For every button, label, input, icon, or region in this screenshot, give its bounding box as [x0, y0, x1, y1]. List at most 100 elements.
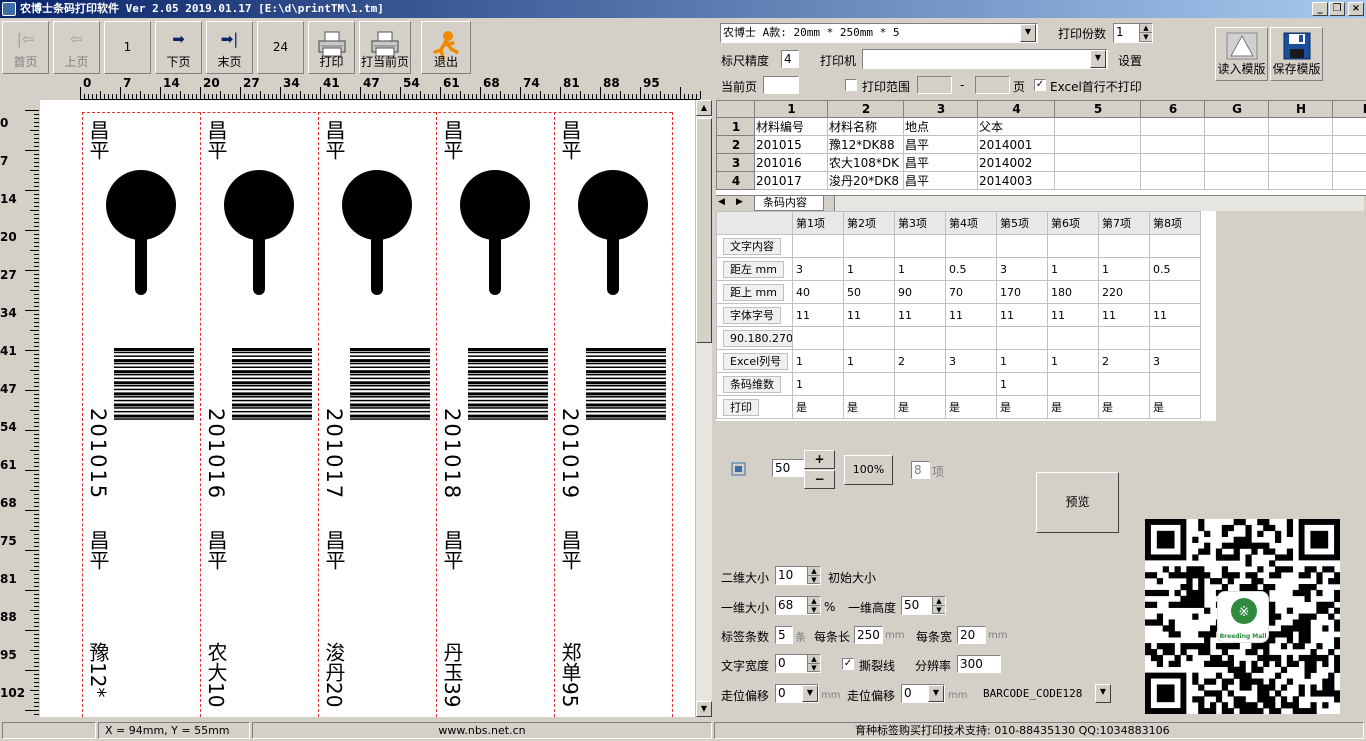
grid-cell[interactable]: [1098, 326, 1150, 350]
grid-cell[interactable]: [843, 234, 895, 258]
barcode-type-dropdown[interactable]: ▼: [1095, 684, 1111, 703]
label-count-input[interactable]: 5: [775, 626, 793, 644]
grid-cell[interactable]: 1: [1047, 257, 1099, 281]
label-strip[interactable]: 昌平 201015 昌平 豫12*: [82, 112, 200, 717]
sheet-cell[interactable]: 地点: [903, 117, 978, 136]
chevron-down-icon[interactable]: ▼: [928, 685, 944, 702]
grid-cell[interactable]: 是: [1149, 395, 1201, 419]
sheet-col-header[interactable]: 3: [903, 100, 978, 118]
grid-cell[interactable]: 1: [996, 372, 1048, 396]
grid-cell[interactable]: 220: [1098, 280, 1150, 304]
sheet-col-header[interactable]: G: [1204, 100, 1269, 118]
chevron-down-icon[interactable]: ▼: [1090, 50, 1106, 68]
grid-cell[interactable]: 70: [945, 280, 997, 304]
grid-cell[interactable]: [996, 234, 1048, 258]
label-strip[interactable]: 昌平 201019 昌平 郑单95: [554, 112, 672, 717]
dpi-input[interactable]: 300: [957, 655, 1001, 673]
sheet-col-header[interactable]: 2: [827, 100, 904, 118]
text-width-spinner[interactable]: ▲ ▼: [807, 655, 820, 672]
sheet-cell[interactable]: 2014001: [977, 135, 1055, 154]
excel-sheet[interactable]: 123456GHI1材料编号材料名称地点父本2201015豫12*DK88昌平2…: [716, 100, 1366, 195]
grid-cell[interactable]: 11: [792, 303, 844, 327]
grid-cell[interactable]: 0.5: [1149, 257, 1201, 281]
grid-cell[interactable]: [894, 372, 946, 396]
prev-page-button[interactable]: ⇦ 上页: [53, 21, 100, 74]
label-strip[interactable]: 昌平 201016 昌平 农大10: [200, 112, 318, 717]
sheet-cell[interactable]: [1204, 171, 1269, 190]
sheet-cell[interactable]: [1140, 117, 1205, 136]
restore-button[interactable]: ❐: [1329, 2, 1345, 16]
label-length-input[interactable]: 250: [854, 626, 883, 644]
sheet-cell[interactable]: [1332, 171, 1366, 190]
sheet-col-header[interactable]: I: [1332, 100, 1366, 118]
sheet-cell[interactable]: 201016: [754, 153, 828, 172]
close-button[interactable]: ×: [1348, 2, 1364, 16]
scroll-up-arrow[interactable]: ▲: [696, 100, 712, 116]
label-type-select[interactable]: 农博士 A款: 20mm * 250mm * 5: [720, 23, 1038, 43]
grid-cell[interactable]: 1: [792, 372, 844, 396]
grid-cell[interactable]: 180: [1047, 280, 1099, 304]
sheet-cell[interactable]: 2014002: [977, 153, 1055, 172]
grid-cell[interactable]: [1047, 234, 1099, 258]
label-width-input[interactable]: 20: [957, 626, 986, 644]
grid-cell[interactable]: [894, 326, 946, 350]
sheet-row-header[interactable]: 2: [716, 135, 755, 154]
range-to-input[interactable]: [975, 76, 1010, 94]
grid-cell[interactable]: 1: [894, 257, 946, 281]
zoom-reset-button[interactable]: 100%: [844, 455, 893, 485]
range-from-input[interactable]: [917, 76, 952, 94]
current-page-input[interactable]: [763, 76, 799, 94]
grid-cell[interactable]: [1149, 280, 1201, 304]
sheet-cell[interactable]: 昌平: [903, 135, 978, 154]
tab-scroll-right-arrow[interactable]: ▶: [736, 197, 743, 207]
sheet-cell[interactable]: 201015: [754, 135, 828, 154]
sheet-hscroll[interactable]: [834, 196, 1364, 211]
items-count-input[interactable]: 8: [911, 461, 930, 479]
grid-cell[interactable]: [1047, 326, 1099, 350]
grid-cell[interactable]: [996, 326, 1048, 350]
grid-cell[interactable]: [792, 234, 844, 258]
grid-cell[interactable]: [843, 372, 895, 396]
zoom-icon[interactable]: [731, 462, 746, 476]
qr-size-spinner[interactable]: ▲ ▼: [807, 567, 820, 584]
grid-cell[interactable]: 170: [996, 280, 1048, 304]
print-button[interactable]: 打印: [308, 21, 355, 74]
sheet-cell[interactable]: [1140, 153, 1205, 172]
grid-cell[interactable]: [1149, 326, 1201, 350]
scroll-thumb[interactable]: [696, 118, 712, 343]
first-page-button[interactable]: |⇦ 首页: [2, 21, 49, 74]
grid-cell[interactable]: 3: [1149, 349, 1201, 373]
next-page-button[interactable]: ➡ 下页: [155, 21, 202, 74]
grid-cell[interactable]: 1: [1098, 257, 1150, 281]
grid-cell[interactable]: 是: [894, 395, 946, 419]
sheet-cell[interactable]: [1268, 135, 1333, 154]
label-preview-canvas[interactable]: 昌平 201015 昌平 豫12* 昌平 201016 昌平 农大10 昌平 201017 昌平 浚丹…: [40, 100, 695, 717]
sheet-cell[interactable]: [1332, 135, 1366, 154]
sheet-cell[interactable]: [1268, 171, 1333, 190]
zoom-input[interactable]: 50: [772, 459, 804, 477]
tear-line-checkbox[interactable]: ✓: [842, 658, 854, 670]
grid-cell[interactable]: 40: [792, 280, 844, 304]
grid-cell[interactable]: 是: [792, 395, 844, 419]
grid-cell[interactable]: 1: [792, 349, 844, 373]
sheet-cell[interactable]: [1140, 135, 1205, 154]
grid-cell[interactable]: [894, 234, 946, 258]
load-template-button[interactable]: 读入模版: [1215, 27, 1268, 81]
sheet-cell[interactable]: [1054, 135, 1141, 154]
grid-cell[interactable]: 2: [894, 349, 946, 373]
sheet-col-header[interactable]: 5: [1054, 100, 1141, 118]
sheet-col-header[interactable]: H: [1268, 100, 1333, 118]
zoom-out-button[interactable]: −: [804, 470, 835, 489]
grid-cell[interactable]: [1149, 234, 1201, 258]
grid-cell[interactable]: [1149, 372, 1201, 396]
sheet-cell[interactable]: [1054, 171, 1141, 190]
minimize-button[interactable]: _: [1312, 2, 1328, 16]
sheet-row-header[interactable]: 4: [716, 171, 755, 190]
excel-first-row-checkbox[interactable]: ✓: [1034, 79, 1046, 91]
grid-cell[interactable]: 11: [843, 303, 895, 327]
grid-cell[interactable]: [945, 372, 997, 396]
bar-height-spinner[interactable]: ▲ ▼: [932, 597, 945, 614]
grid-cell[interactable]: 1: [843, 349, 895, 373]
sheet-cell[interactable]: 农大108*DK: [827, 153, 904, 172]
sheet-cell[interactable]: [1054, 117, 1141, 136]
